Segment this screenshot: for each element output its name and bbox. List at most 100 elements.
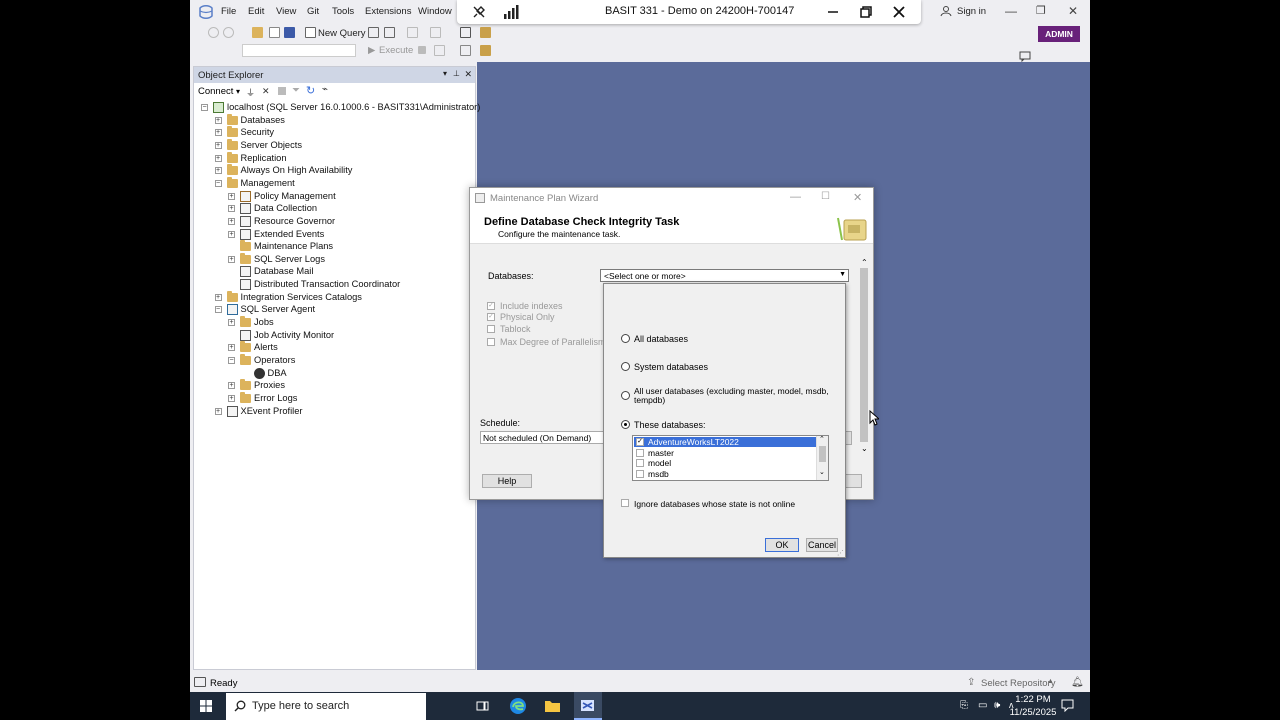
collapse-icon[interactable]: − xyxy=(228,357,235,364)
all-user-databases-radio[interactable] xyxy=(621,391,630,400)
connect-plug-icon[interactable]: ⏚ xyxy=(246,86,255,99)
database-list-item[interactable]: ✓ AdventureWorksLT2022 xyxy=(634,437,816,447)
scroll-down-icon[interactable]: ⌄ xyxy=(819,468,825,476)
activity-monitor-icon[interactable]: ⌁ xyxy=(322,84,328,95)
expand-icon[interactable]: + xyxy=(228,382,235,390)
expand-icon[interactable]: + xyxy=(228,319,235,327)
menu-view[interactable]: View xyxy=(276,6,296,17)
execute-icon[interactable]: ▶ xyxy=(368,45,375,56)
back-icon[interactable] xyxy=(208,27,219,38)
taskbar-search-box[interactable]: Type here to search xyxy=(226,693,426,720)
network-icon[interactable]: ⎘ xyxy=(960,700,968,711)
unpin-icon[interactable] xyxy=(471,4,487,20)
account-icon[interactable] xyxy=(940,5,952,17)
volume-icon[interactable]: 🕪︎ xyxy=(994,700,1000,711)
tablock-checkbox[interactable] xyxy=(487,325,495,333)
expand-icon[interactable]: + xyxy=(214,116,222,124)
task-view-icon[interactable] xyxy=(476,700,489,712)
expand-icon[interactable]: + xyxy=(214,293,222,301)
disconnect-icon[interactable]: ✕ xyxy=(262,86,270,97)
expand-icon[interactable]: + xyxy=(214,141,222,149)
open-folder-icon[interactable] xyxy=(252,27,263,38)
system-databases-radio[interactable] xyxy=(621,362,630,371)
database-checkbox[interactable] xyxy=(636,448,644,457)
expand-icon[interactable]: + xyxy=(214,407,222,415)
menu-git[interactable]: Git xyxy=(307,6,319,17)
file-explorer-icon[interactable] xyxy=(544,698,561,713)
database-checkbox[interactable] xyxy=(636,459,644,467)
these-databases-radio[interactable] xyxy=(621,420,630,429)
stop-icon[interactable] xyxy=(418,46,426,54)
expand-icon[interactable]: + xyxy=(214,129,222,137)
connect-dropdown-icon[interactable]: ▾ xyxy=(236,87,240,96)
expand-icon[interactable]: + xyxy=(228,344,235,352)
scroll-down-icon[interactable]: ⌄ xyxy=(861,444,868,453)
include-plan-icon[interactable] xyxy=(480,45,491,56)
undo-icon[interactable] xyxy=(407,27,418,38)
database-checkbox[interactable]: ✓ xyxy=(636,438,644,446)
menu-extensions[interactable]: Extensions xyxy=(365,6,411,17)
minimize-icon[interactable] xyxy=(825,4,841,20)
menu-tools[interactable]: Tools xyxy=(332,6,354,17)
action-center-icon[interactable] xyxy=(1061,699,1074,712)
database-list-item[interactable]: model xyxy=(634,458,816,468)
physical-only-checkbox[interactable]: ✓ xyxy=(487,313,495,321)
scroll-thumb[interactable] xyxy=(819,446,826,462)
ignore-offline-checkbox[interactable] xyxy=(621,499,629,507)
select-repository-button[interactable]: Select Repository xyxy=(981,678,1055,689)
collapse-icon[interactable]: − xyxy=(214,306,222,314)
database-list-scrollbar[interactable]: ⌃ ⌄ xyxy=(816,436,828,480)
chevron-down-icon[interactable]: ▼ xyxy=(839,271,846,278)
expand-icon[interactable]: + xyxy=(228,394,235,402)
include-indexes-checkbox[interactable]: ✓ xyxy=(487,302,495,310)
ssms-restore-icon[interactable]: ❐ xyxy=(1036,4,1046,17)
pin-icon[interactable]: ⊥ xyxy=(453,69,460,78)
signal-strength-icon[interactable] xyxy=(503,4,519,20)
menu-edit[interactable]: Edit xyxy=(248,6,264,17)
collapse-icon[interactable]: − xyxy=(201,104,208,111)
new-file-icon[interactable] xyxy=(269,27,280,38)
edge-browser-icon[interactable] xyxy=(509,697,527,715)
activity-monitor-icon[interactable] xyxy=(460,27,471,38)
expand-icon[interactable]: + xyxy=(228,192,235,200)
repository-up-icon[interactable]: ▲ xyxy=(1047,678,1054,685)
resize-grip-icon[interactable]: ⋰ xyxy=(837,549,844,557)
available-databases-combo[interactable] xyxy=(242,44,356,57)
wizard-minimize-icon[interactable]: — xyxy=(790,191,801,203)
expand-icon[interactable]: + xyxy=(214,167,222,175)
connect-button[interactable]: Connect xyxy=(198,86,233,97)
refresh-icon[interactable]: ↻ xyxy=(306,84,315,97)
taskbar-date[interactable]: 11/25/2025 xyxy=(1008,707,1058,718)
analysis-icon[interactable] xyxy=(384,27,395,38)
window-position-icon[interactable]: ▾ xyxy=(443,69,447,78)
battery-icon[interactable]: ▭ xyxy=(978,700,987,711)
all-databases-radio[interactable] xyxy=(621,334,630,343)
execute-button[interactable]: Execute xyxy=(379,45,413,56)
taskbar-time[interactable]: 1:22 PM xyxy=(1012,694,1054,705)
notifications-icon[interactable]: 🔔︎ xyxy=(1071,677,1084,688)
ssms-close-icon[interactable]: ✕ xyxy=(1068,4,1078,18)
expand-icon[interactable]: + xyxy=(214,154,222,162)
menu-window[interactable]: Window xyxy=(418,6,452,17)
cancel-button[interactable]: Cancel xyxy=(806,538,838,552)
close-icon[interactable] xyxy=(891,4,907,20)
forward-icon[interactable] xyxy=(223,27,234,38)
database-list-item[interactable]: msdb xyxy=(634,469,816,479)
ok-button[interactable]: OK xyxy=(765,538,799,552)
restore-icon[interactable] xyxy=(858,4,874,20)
taskbar-ssms-button[interactable] xyxy=(574,692,602,720)
redo-icon[interactable] xyxy=(430,27,441,38)
new-query-icon[interactable] xyxy=(305,27,316,38)
close-panel-icon[interactable]: ✕ xyxy=(464,69,472,80)
collapse-icon[interactable]: − xyxy=(214,179,222,187)
scroll-up-icon[interactable]: ⌃ xyxy=(819,436,825,443)
sign-in-link[interactable]: Sign in xyxy=(957,6,986,17)
wizard-scrollbar[interactable]: ⌃ ⌄ xyxy=(860,258,869,453)
scroll-thumb[interactable] xyxy=(860,268,868,442)
wizard-maximize-icon[interactable]: ☐ xyxy=(821,191,830,202)
ssms-minimize-icon[interactable]: — xyxy=(1005,4,1017,18)
expand-icon[interactable]: + xyxy=(228,205,235,213)
results-to-grid-icon[interactable] xyxy=(460,45,471,56)
database-checkbox[interactable] xyxy=(636,469,644,478)
menu-file[interactable]: File xyxy=(221,6,236,17)
